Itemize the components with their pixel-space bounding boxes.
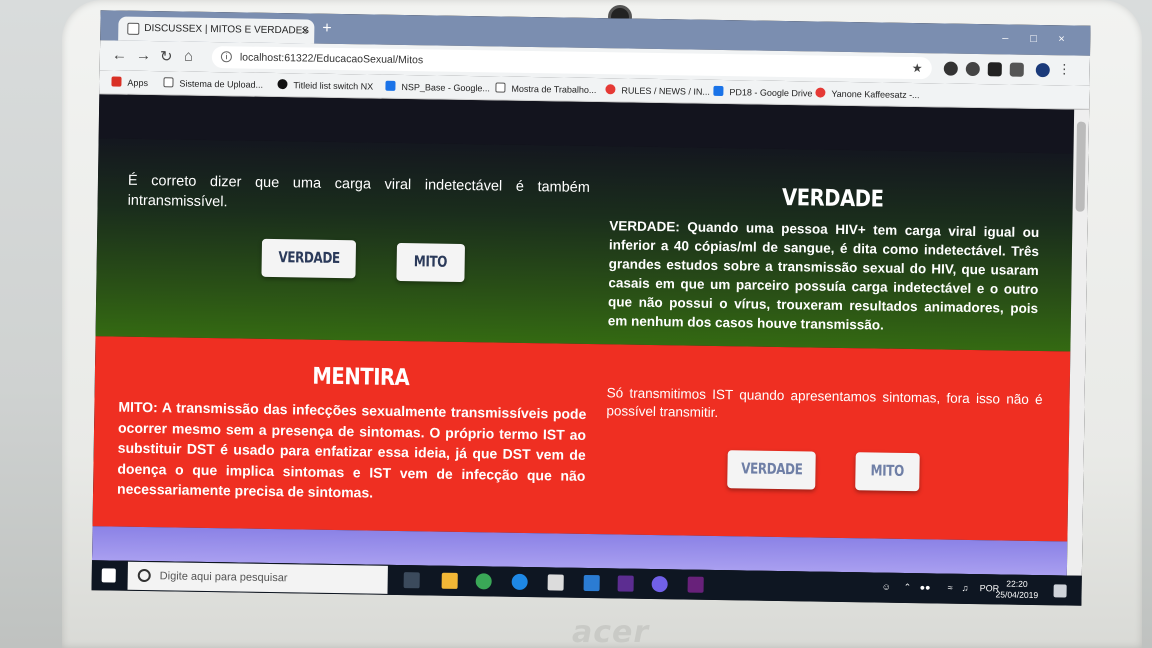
windows-start-icon[interactable] <box>101 568 116 583</box>
bookmark-item[interactable]: RULES / NEWS / IN... <box>605 84 710 97</box>
bookmark-label: Apps <box>127 77 149 89</box>
scrollbar-thumb[interactable] <box>1075 121 1086 212</box>
search-placeholder: Digite aqui para pesquisar <box>159 570 288 585</box>
verdade-button-label: VERDADE <box>740 459 803 479</box>
bookmark-label: Yanone Kaffeesatz -... <box>831 88 920 101</box>
task-view-icon[interactable] <box>403 572 420 589</box>
bookmark-star-icon[interactable]: ★ <box>912 61 923 75</box>
file-explorer-icon[interactable] <box>441 572 458 589</box>
laptop-screen: DISCUSSEX | MITOS E VERDADES × + – □ × ←… <box>91 10 1091 606</box>
tray-chevron-icon[interactable]: ⌃ <box>904 582 912 593</box>
profile-avatar-icon[interactable] <box>1035 62 1050 78</box>
bookmark-label: NSP_Base - Google... <box>401 81 491 94</box>
pocket-icon[interactable] <box>987 62 1002 77</box>
extension-icon[interactable] <box>1009 62 1024 77</box>
volume-icon[interactable]: ♫ <box>962 583 969 593</box>
drive-icon <box>385 80 396 91</box>
github-icon <box>277 79 288 90</box>
tab-title: DISCUSSEX | MITOS E VERDADES <box>144 22 310 37</box>
answer-text: MITO: A transmissão das infecções sexual… <box>116 398 587 501</box>
network-icon[interactable]: ●● <box>920 582 931 592</box>
bookmark-apps[interactable]: Apps <box>111 76 148 88</box>
reload-icon[interactable]: ↻ <box>160 47 173 65</box>
bookmark-label: PD18 - Google Drive <box>729 87 813 99</box>
store-icon[interactable] <box>547 574 564 591</box>
bookmark-item[interactable]: Titleid list switch NX <box>277 79 373 92</box>
notifications-icon[interactable] <box>1053 584 1067 598</box>
browser-tab[interactable]: DISCUSSEX | MITOS E VERDADES × <box>118 16 315 44</box>
clock-date: 25/04/2019 <box>995 589 1039 601</box>
new-tab-button[interactable]: + <box>322 20 332 38</box>
clock-time: 22:20 <box>1006 578 1028 589</box>
mito-button-label: MITO <box>870 461 905 480</box>
apps-icon <box>111 76 122 87</box>
verdade-button[interactable]: VERDADE <box>261 238 357 279</box>
github-extension-icon[interactable] <box>943 61 958 76</box>
visual-studio-icon[interactable] <box>687 576 704 593</box>
close-window-button[interactable]: × <box>1058 33 1065 45</box>
info-icon[interactable]: i <box>220 51 232 63</box>
answer-title: MENTIRA <box>312 363 410 392</box>
question-text: Só transmitimos IST quando apresentamos … <box>606 385 1043 421</box>
taskbar-clock[interactable]: 22:20 25/04/2019 <box>995 578 1038 601</box>
back-arrow-icon[interactable]: ← <box>112 46 127 63</box>
mito-section: MENTIRA MITO: A transmissão das infecçõe… <box>92 336 1071 542</box>
bookmark-label: Sistema de Upload... <box>179 78 264 90</box>
app-icon[interactable] <box>651 575 668 593</box>
page-icon <box>163 77 174 88</box>
home-icon[interactable]: ⌂ <box>184 48 193 65</box>
taskbar-search-input[interactable]: Digite aqui para pesquisar <box>127 561 388 594</box>
question-text: É correto dizer que uma carga viral inde… <box>127 172 591 211</box>
bookmark-item[interactable]: PD18 - Google Drive <box>713 85 813 99</box>
bookmark-item[interactable]: Mostra de Trabalho... <box>495 82 597 96</box>
maximize-button[interactable]: □ <box>1030 33 1037 45</box>
app-icon[interactable] <box>583 574 600 592</box>
cortana-icon <box>137 568 151 583</box>
page-icon <box>127 22 140 35</box>
bookmark-item[interactable]: Yanone Kaffeesatz -... <box>815 87 920 101</box>
mito-button-label: MITO <box>413 252 448 271</box>
laptop-brand-logo: acer <box>572 615 650 648</box>
mito-button[interactable]: MITO <box>855 452 920 492</box>
menu-dots-icon[interactable]: ⋮ <box>1058 61 1071 77</box>
bookmark-item[interactable]: Sistema de Upload... <box>163 77 263 90</box>
verdade-button-label: VERDADE <box>277 248 340 268</box>
font-icon <box>815 87 826 98</box>
wifi-icon[interactable]: ≈ <box>948 583 953 593</box>
answer-text: VERDADE: Quando uma pessoa HIV+ tem carg… <box>607 218 1040 333</box>
extension-icon[interactable] <box>965 61 980 77</box>
mito-button[interactable]: MITO <box>396 242 465 283</box>
verdade-button[interactable]: VERDADE <box>727 450 816 490</box>
chrome-icon[interactable] <box>475 573 492 590</box>
bookmark-label: Mostra de Trabalho... <box>511 83 597 96</box>
minimize-button[interactable]: – <box>1002 32 1008 44</box>
visual-studio-icon[interactable] <box>617 575 634 592</box>
site-icon <box>605 84 616 95</box>
answer-title: VERDADE <box>781 184 884 213</box>
close-tab-icon[interactable]: × <box>301 23 308 37</box>
page-icon <box>495 82 506 93</box>
drive-icon <box>713 85 724 97</box>
url-text: localhost:61322/EducacaoSexual/Mitos <box>239 51 424 67</box>
bookmark-item[interactable]: NSP_Base - Google... <box>385 80 491 94</box>
page-content: É correto dizer que uma carga viral inde… <box>91 94 1075 576</box>
people-icon[interactable]: ☺ <box>882 582 891 592</box>
verdade-section: É correto dizer que uma carga viral inde… <box>95 138 1074 352</box>
edge-icon[interactable] <box>511 573 528 591</box>
bookmark-label: Titleid list switch NX <box>293 80 374 92</box>
forward-arrow-icon[interactable]: → <box>136 47 151 64</box>
bookmark-label: RULES / NEWS / IN... <box>621 85 711 97</box>
